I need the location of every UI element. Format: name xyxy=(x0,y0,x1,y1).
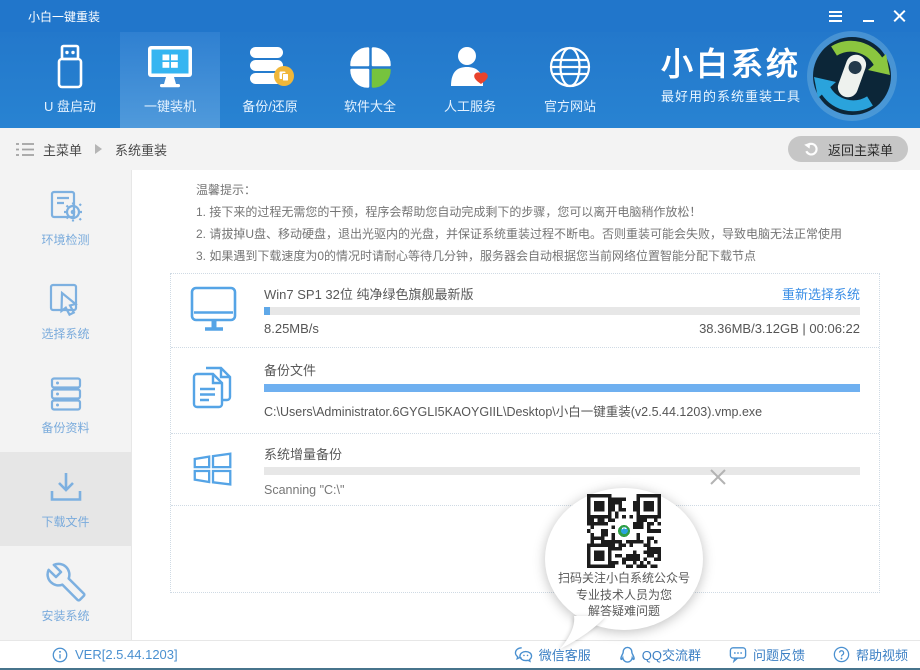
download-progress-bar xyxy=(264,307,860,315)
download-title: Win7 SP1 32位 纯净绿色旗舰最新版 xyxy=(264,284,860,299)
sidebar-item-select-system[interactable]: 选择系统 xyxy=(0,264,131,358)
version-info: VER[2.5.44.1203] xyxy=(52,647,178,663)
progress-panel: Win7 SP1 32位 纯净绿色旗舰最新版 重新选择系统 8.25MB/s 3… xyxy=(170,273,880,593)
qr-code xyxy=(587,494,661,568)
return-arrow-icon xyxy=(803,141,820,157)
person-heart-icon xyxy=(445,43,495,91)
tips-line: 2. 请拔掉U盘、移动硬盘，退出光驱内的光盘，并保证系统重装过程不断电。否则重装… xyxy=(196,223,842,245)
popup-text: 扫码关注小白系统公众号 专业技术人员为您 解答疑难问题 xyxy=(545,570,703,620)
main-nav: U 盘启动 一键装机 备份/还原 软件大全 xyxy=(0,32,920,128)
nav-label: U 盘启动 xyxy=(44,96,96,115)
footer-link-label: QQ交流群 xyxy=(642,645,701,664)
title-bar: 小白一键重装 xyxy=(0,0,920,32)
qq-icon xyxy=(619,646,636,664)
tips-block: 温馨提示： 1. 接下来的过程无需您的干预，程序会帮助您自动完成剩下的步骤，您可… xyxy=(196,179,842,267)
popup-tail xyxy=(554,616,610,652)
backup-progress-bar xyxy=(264,384,860,392)
feedback-link[interactable]: 问题反馈 xyxy=(729,645,805,664)
install-icon xyxy=(46,562,86,602)
download-detail: 38.36MB/3.12GB | 00:06:22 xyxy=(699,321,860,336)
qq-group-link[interactable]: QQ交流群 xyxy=(619,645,701,664)
content-area: 温馨提示： 1. 接下来的过程无需您的干预，程序会帮助您自动完成剩下的步骤，您可… xyxy=(132,170,920,640)
sidebar-item-backup-data[interactable]: 备份资料 xyxy=(0,358,131,452)
app-window: 小白一键重装 U 盘启动 一键装机 xyxy=(0,0,920,670)
windows-logo-icon xyxy=(189,446,237,496)
env-check-icon xyxy=(46,186,86,226)
clover-icon xyxy=(345,43,395,91)
footer-link-label: 问题反馈 xyxy=(753,645,805,664)
breadcrumb: 主菜单 系统重装 返回主菜单 xyxy=(0,128,920,170)
feedback-icon xyxy=(729,646,747,663)
nav-label: 人工服务 xyxy=(444,96,496,115)
select-system-icon xyxy=(46,280,86,320)
monitor-outline-icon xyxy=(189,284,239,340)
sidebar-item-env-check[interactable]: 环境检测 xyxy=(0,170,131,264)
help-icon xyxy=(833,646,850,663)
reselect-system-link[interactable]: 重新选择系统 xyxy=(782,284,860,303)
sidebar-item-label: 下载文件 xyxy=(41,513,89,530)
empty-section xyxy=(171,506,879,594)
help-video-link[interactable]: 帮助视频 xyxy=(833,645,908,664)
documents-icon xyxy=(189,361,239,417)
nav-item-backup-restore[interactable]: 备份/还原 xyxy=(220,32,320,128)
tips-line: 3. 如果遇到下载速度为0的情况时请耐心等待几分钟，服务器会自动根据您当前网络位… xyxy=(196,245,842,267)
incremental-backup-status: Scanning "C:\" xyxy=(264,483,860,497)
nav-label: 备份/还原 xyxy=(242,96,298,115)
tips-line: 1. 接下来的过程无需您的干预，程序会帮助您自动完成剩下的步骤，您可以离开电脑稍… xyxy=(196,201,842,223)
incremental-backup-title: 系统增量备份 xyxy=(264,444,860,459)
back-to-main-menu-button[interactable]: 返回主菜单 xyxy=(788,136,908,162)
brand-logo: 小白系统 最好用的系统重装工具 xyxy=(661,47,801,105)
window-controls xyxy=(827,8,906,24)
download-icon xyxy=(46,468,86,508)
menu-icon[interactable] xyxy=(827,8,843,24)
breadcrumb-arrow-icon xyxy=(95,144,102,154)
nav-label: 一键装机 xyxy=(144,96,196,115)
back-button-label: 返回主菜单 xyxy=(828,140,893,159)
nav-label: 软件大全 xyxy=(344,96,396,115)
nav-item-usb-boot[interactable]: U 盘启动 xyxy=(20,32,120,128)
minimize-icon[interactable] xyxy=(860,8,876,24)
tips-title: 温馨提示： xyxy=(196,179,842,201)
usb-icon xyxy=(45,43,95,91)
sidebar-item-label: 环境检测 xyxy=(41,231,89,248)
sidebar-item-install-system[interactable]: 安装系统 xyxy=(0,546,131,640)
qr-popup: 扫码关注小白系统公众号 专业技术人员为您 解答疑难问题 xyxy=(545,488,703,630)
nav-item-support[interactable]: 人工服务 xyxy=(420,32,520,128)
breadcrumb-current: 系统重装 xyxy=(115,140,167,159)
monitor-icon xyxy=(145,43,195,91)
popup-close-icon[interactable] xyxy=(706,465,730,489)
nav-item-software[interactable]: 软件大全 xyxy=(320,32,420,128)
download-speed: 8.25MB/s xyxy=(264,321,319,336)
list-icon xyxy=(16,142,34,157)
sidebar-item-label: 备份资料 xyxy=(41,419,89,436)
brand-title: 小白系统 xyxy=(661,47,801,81)
incremental-backup-section: 系统增量备份 Scanning "C:\" xyxy=(171,434,879,506)
wechat-icon xyxy=(514,646,533,663)
info-icon xyxy=(52,647,68,663)
database-icon xyxy=(245,43,295,91)
breadcrumb-root[interactable]: 主菜单 xyxy=(43,140,82,159)
brand-subtitle: 最好用的系统重装工具 xyxy=(661,86,801,105)
sidebar-item-label: 安装系统 xyxy=(41,607,89,624)
sidebar: 环境检测 选择系统 备份资料 下载文件 xyxy=(0,170,132,640)
close-icon[interactable] xyxy=(893,10,906,23)
sidebar-item-download-files[interactable]: 下载文件 xyxy=(0,452,131,546)
footer-link-label: 帮助视频 xyxy=(856,645,908,664)
sidebar-item-label: 选择系统 xyxy=(41,325,89,342)
download-section: Win7 SP1 32位 纯净绿色旗舰最新版 重新选择系统 8.25MB/s 3… xyxy=(171,274,879,348)
backup-file-section: 备份文件 C:\Users\Administrator.6GYGLI5KAOYG… xyxy=(171,348,879,434)
backup-file-path: C:\Users\Administrator.6GYGLI5KAOYGIIL\D… xyxy=(264,401,860,420)
backup-file-title: 备份文件 xyxy=(264,360,860,375)
nav-label: 官方网站 xyxy=(544,96,596,115)
nav-item-one-key-install[interactable]: 一键装机 xyxy=(120,32,220,128)
footer: VER[2.5.44.1203] 微信客服 QQ交流群 问题反馈 xyxy=(0,640,920,670)
version-text: VER[2.5.44.1203] xyxy=(75,647,178,662)
backup-data-icon xyxy=(46,374,86,414)
incremental-progress-bar xyxy=(264,467,860,475)
globe-icon xyxy=(545,43,595,91)
brand-emblem-icon xyxy=(806,30,898,122)
nav-item-website[interactable]: 官方网站 xyxy=(520,32,620,128)
window-title: 小白一键重装 xyxy=(28,8,100,25)
